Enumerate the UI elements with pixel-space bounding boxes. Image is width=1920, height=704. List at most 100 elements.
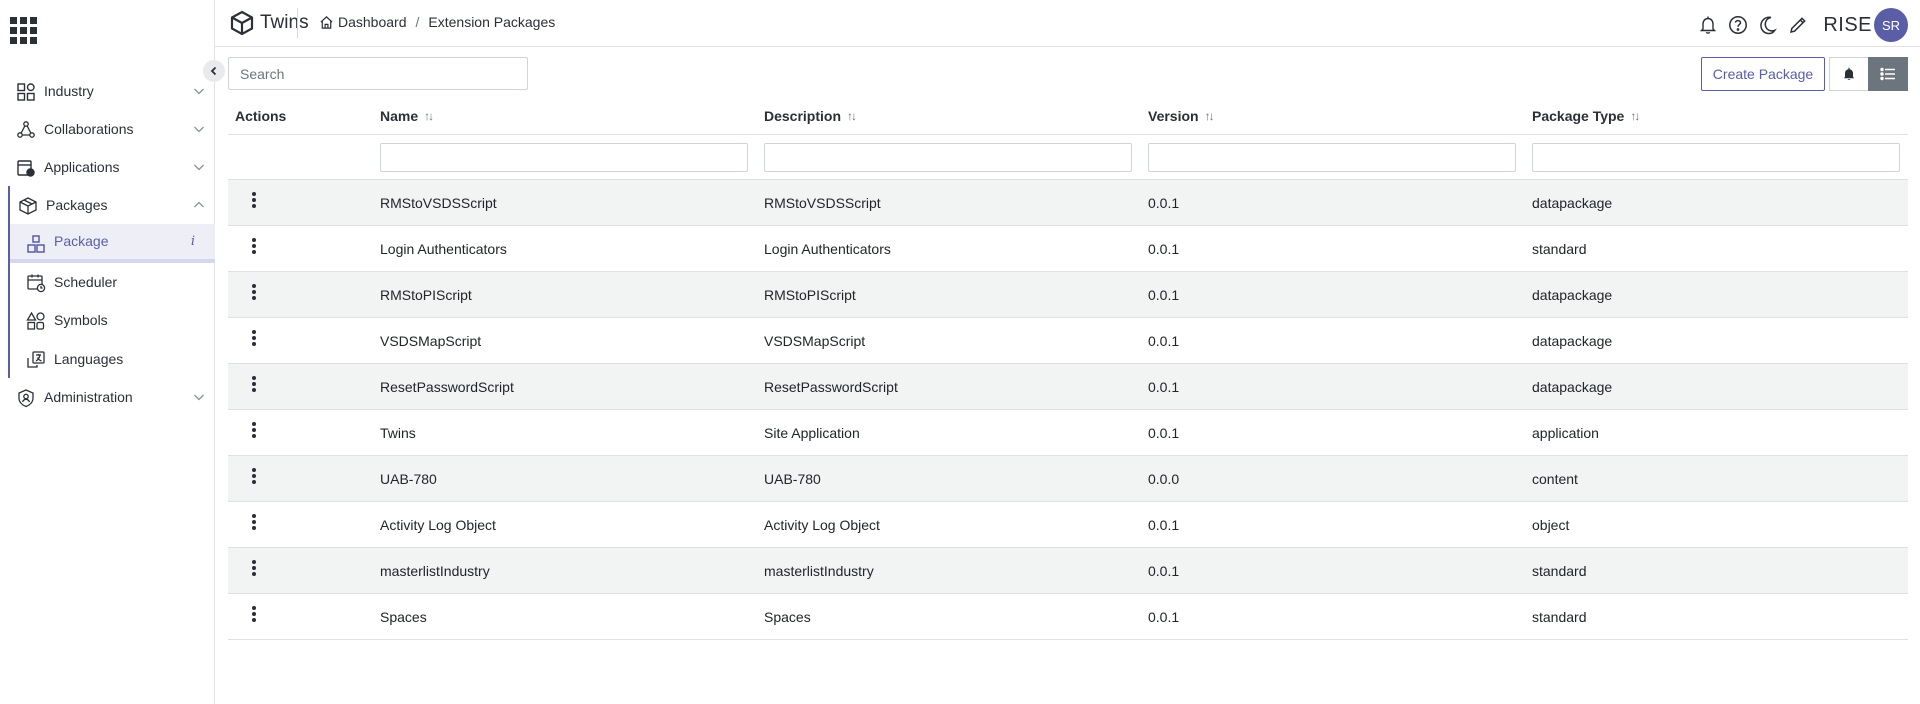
help-circle-icon[interactable] [1727, 14, 1749, 36]
sidebar-item-collaborations[interactable]: Collaborations [0, 110, 215, 148]
create-package-button[interactable]: Create Package [1701, 57, 1825, 91]
sidebar: Industry Collaborations Applications Pac… [0, 0, 215, 704]
chevron-left-icon [210, 66, 217, 76]
sidebar-item-languages[interactable]: Languages [10, 340, 215, 379]
row-actions-kebab-icon[interactable] [249, 512, 259, 532]
row-actions-kebab-icon[interactable] [249, 236, 259, 256]
sidebar-item-label: Languages [54, 350, 124, 367]
column-header-label: Description [764, 108, 842, 124]
row-actions-kebab-icon[interactable] [249, 190, 259, 210]
table-row[interactable]: RMStoVSDSScript RMStoVSDSScript 0.0.1 da… [228, 180, 1908, 226]
sidebar-item-package[interactable]: Package i [10, 224, 215, 263]
applications-icon [17, 160, 35, 177]
info-icon[interactable]: i [191, 234, 195, 249]
row-actions-kebab-icon[interactable] [249, 420, 259, 440]
cell-version: 0.0.0 [1148, 471, 1180, 487]
notifications-bell-icon[interactable] [1697, 14, 1719, 36]
sidebar-item-label: Package [54, 233, 109, 250]
cell-version: 0.0.1 [1148, 241, 1180, 257]
table-row[interactable]: VSDSMapScript VSDSMapScript 0.0.1 datapa… [228, 318, 1908, 364]
sort-icon[interactable]: ↑↓ [847, 109, 857, 123]
user-avatar[interactable]: SR [1874, 8, 1908, 42]
breadcrumb-home-label: Dashboard [338, 14, 407, 30]
table-row[interactable]: RMStoPIScript RMStoPIScript 0.0.1 datapa… [228, 272, 1908, 318]
sidebar-item-applications[interactable]: Applications [0, 148, 215, 186]
chevron-up-icon [194, 201, 204, 208]
cell-name: Login Authenticators [380, 241, 507, 257]
cell-package-type: standard [1532, 609, 1587, 625]
version-filter-input[interactable] [1148, 143, 1516, 172]
table-row[interactable]: Twins Site Application 0.0.1 application [228, 410, 1908, 456]
top-header: Twins Dashboard / Extension Packages RIS… [215, 0, 1920, 47]
sort-icon[interactable]: ↑↓ [1205, 109, 1215, 123]
sidebar-item-label: Administration [44, 389, 133, 405]
cell-package-type: standard [1532, 563, 1587, 579]
sidebar-item-packages[interactable]: Packages [2, 186, 215, 224]
column-header-name[interactable]: Name ↑↓ [380, 97, 434, 135]
table-row[interactable]: masterlistIndustry masterlistIndustry 0.… [228, 548, 1908, 594]
table-row[interactable]: UAB-780 UAB-780 0.0.0 content [228, 456, 1908, 502]
shield-icon [18, 389, 34, 408]
column-header-description[interactable]: Description ↑↓ [764, 97, 857, 135]
description-filter-input[interactable] [764, 143, 1132, 172]
cell-version: 0.0.1 [1148, 287, 1180, 303]
sidebar-item-label: Applications [44, 159, 120, 175]
row-actions-kebab-icon[interactable] [249, 328, 259, 348]
cell-description: Site Application [764, 425, 860, 441]
sidebar-item-label: Scheduler [54, 273, 118, 290]
list-view-icon [1880, 67, 1895, 81]
sidebar-nav: Industry Collaborations Applications Pac… [0, 72, 215, 416]
cell-package-type: content [1532, 471, 1578, 487]
sort-icon[interactable]: ↑↓ [424, 109, 434, 123]
cell-description: masterlistIndustry [764, 563, 874, 579]
sidebar-item-administration[interactable]: Administration [0, 378, 215, 416]
column-header-version[interactable]: Version ↑↓ [1148, 97, 1215, 135]
column-header-label: Version [1148, 108, 1199, 124]
sidebar-item-scheduler[interactable]: Scheduler [10, 263, 215, 302]
cell-package-type: datapackage [1532, 333, 1613, 349]
column-header-package-type[interactable]: Package Type ↑↓ [1532, 97, 1640, 135]
name-filter-input[interactable] [380, 143, 748, 172]
packages-group: Packages Package i Scheduler Symbols Lan… [8, 186, 215, 378]
notification-toggle-button[interactable] [1829, 57, 1869, 91]
cell-name: RMStoVSDSScript [380, 195, 497, 211]
cell-description: ResetPasswordScript [764, 379, 898, 395]
table-row[interactable]: ResetPasswordScript ResetPasswordScript … [228, 364, 1908, 410]
cell-name: VSDSMapScript [380, 333, 482, 349]
cell-package-type: datapackage [1532, 379, 1613, 395]
sidebar-item-label: Packages [46, 197, 108, 213]
table-filter-row [228, 135, 1908, 180]
cell-description: UAB-780 [764, 471, 821, 487]
cell-package-type: standard [1532, 241, 1587, 257]
breadcrumb-home-link[interactable]: Dashboard [319, 14, 407, 30]
sidebar-collapse-button[interactable] [203, 60, 225, 82]
chevron-down-icon [194, 164, 204, 171]
cell-name: ResetPasswordScript [380, 379, 514, 395]
bell-icon [1843, 67, 1855, 80]
column-header-label: Package Type [1532, 108, 1625, 124]
package-box-icon [19, 197, 37, 215]
search-input[interactable] [228, 57, 528, 90]
dark-mode-moon-icon[interactable] [1757, 14, 1779, 36]
table-row[interactable]: Spaces Spaces 0.0.1 standard [228, 594, 1908, 640]
app-launcher-grid-icon[interactable] [10, 17, 38, 45]
sidebar-item-symbols[interactable]: Symbols [10, 301, 215, 340]
table-row[interactable]: Activity Log Object Activity Log Object … [228, 502, 1908, 548]
table-row[interactable]: Login Authenticators Login Authenticator… [228, 226, 1908, 272]
package-boxes-icon [27, 235, 45, 253]
row-actions-kebab-icon[interactable] [249, 466, 259, 486]
row-actions-kebab-icon[interactable] [249, 558, 259, 578]
breadcrumb: Dashboard / Extension Packages [319, 14, 555, 30]
list-view-toggle-button[interactable] [1868, 57, 1908, 91]
sort-icon[interactable]: ↑↓ [1630, 109, 1640, 123]
row-actions-kebab-icon[interactable] [249, 604, 259, 624]
chevron-down-icon [194, 126, 204, 133]
app-name: Twins [260, 12, 309, 33]
row-actions-kebab-icon[interactable] [249, 282, 259, 302]
edit-pencil-icon[interactable] [1787, 14, 1809, 36]
row-actions-kebab-icon[interactable] [249, 374, 259, 394]
sidebar-item-industry[interactable]: Industry [0, 72, 215, 110]
package-type-filter-input[interactable] [1532, 143, 1900, 172]
sidebar-item-label: Industry [44, 83, 94, 99]
cell-name: UAB-780 [380, 471, 437, 487]
